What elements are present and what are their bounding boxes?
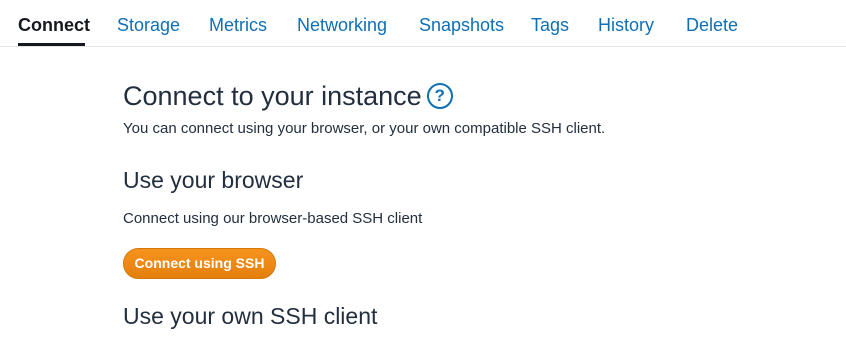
browser-section-description: Connect using our browser-based SSH clie… [123,210,423,227]
tab-networking[interactable]: Networking [297,14,387,36]
page-subtitle: You can connect using your browser, or y… [123,120,606,137]
tab-snapshots[interactable]: Snapshots [419,14,504,36]
page-title-text: Connect to your instance [123,81,422,111]
tab-history[interactable]: History [598,14,654,36]
tab-bar: Connect Storage Metrics Networking Snaps… [0,0,846,47]
active-tab-indicator [18,43,85,46]
connect-using-ssh-button[interactable]: Connect using SSH [123,248,276,279]
tab-tags[interactable]: Tags [531,14,569,36]
tab-delete[interactable]: Delete [686,14,738,36]
tab-storage[interactable]: Storage [117,14,180,36]
browser-section-heading: Use your browser [123,167,304,193]
tab-connect[interactable]: Connect [18,14,90,36]
help-question-icon[interactable]: ? [426,83,453,109]
own-ssh-client-heading: Use your own SSH client [123,303,378,329]
page-title: Connect to your instance ? [123,80,453,112]
tab-metrics[interactable]: Metrics [209,14,267,36]
